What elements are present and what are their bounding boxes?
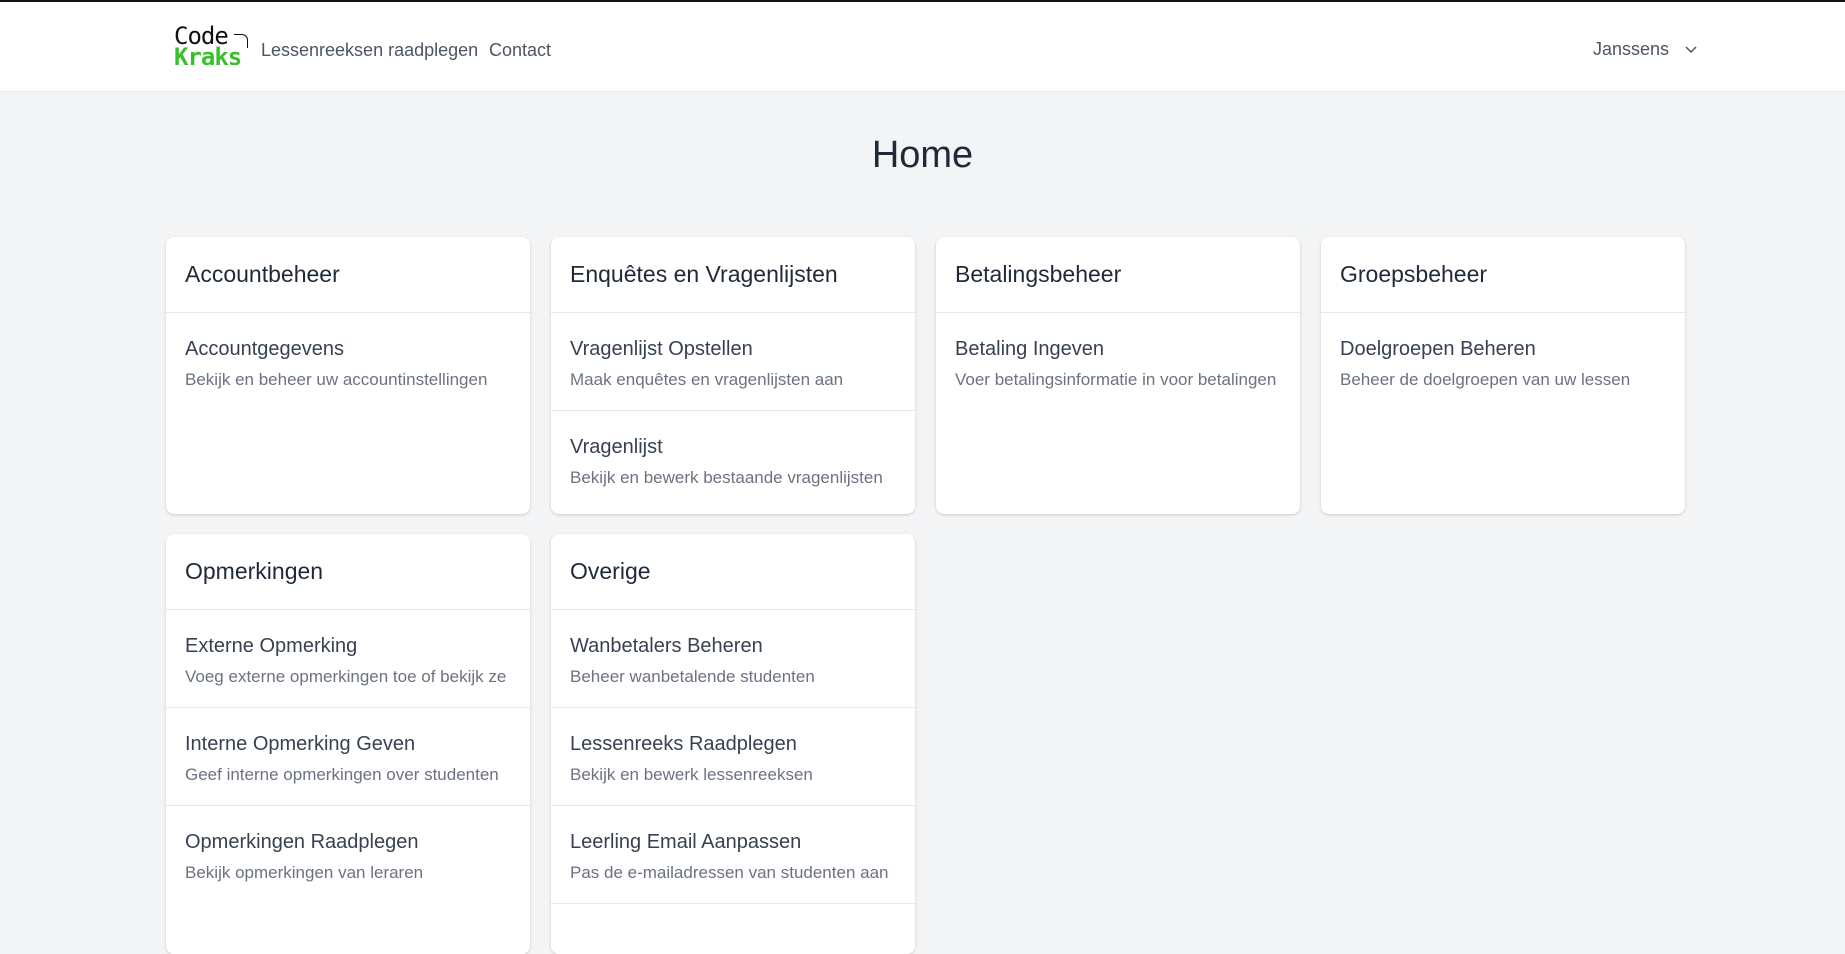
menu-item-title: Doelgroepen Beheren <box>1340 338 1536 360</box>
menu-item-title: Vragenlijst Opstellen <box>570 338 753 360</box>
card-enquetes: Enquêtes en Vragenlijsten Vragenlijst Op… <box>551 237 915 514</box>
codekraks-logo[interactable]: Code Kraks <box>174 24 248 70</box>
card-title: Opmerkingen <box>166 534 530 610</box>
card-opmerkingen: Opmerkingen Externe Opmerking Voeg exter… <box>166 534 530 954</box>
menu-item-leerling-email-aanpassen[interactable]: Leerling Email Aanpassen Pas de e-mailad… <box>551 806 915 904</box>
menu-item-desc: Bekijk opmerkingen van leraren <box>185 863 424 882</box>
nav-link-contact[interactable]: Contact <box>489 40 551 61</box>
card-title: Overige <box>551 534 915 610</box>
menu-item-desc: Bekijk en bewerk lessenreeksen <box>570 765 813 784</box>
menu-item-wanbetalers-beheren[interactable]: Wanbetalers Beheren Beheer wanbetalende … <box>551 610 915 708</box>
menu-item-title: Betaling Ingeven <box>955 338 1105 360</box>
menu-item-accountgegevens[interactable]: Accountgegevens Bekijk en beheer uw acco… <box>166 313 530 410</box>
page-title: Home <box>871 134 974 176</box>
card-overige: Overige Wanbetalers Beheren Beheer wanbe… <box>551 534 915 954</box>
menu-item-desc: Bekijk en beheer uw accountinstellingen <box>185 370 488 389</box>
chevron-down-icon <box>1685 46 1697 54</box>
user-name: Janssens <box>1593 38 1670 59</box>
menu-item-lessenreeks-raadplegen[interactable]: Lessenreeks Raadplegen Bekijk en bewerk … <box>551 708 915 806</box>
menu-item-desc: Voer betalingsinformatie in voor betalin… <box>955 370 1277 389</box>
navbar: Code Kraks Lessenreeksen raadplegen Cont… <box>0 2 1845 92</box>
menu-item-title: Lessenreeks Raadplegen <box>570 733 797 755</box>
card-title: Groepsbeheer <box>1321 237 1685 313</box>
menu-item-title: Externe Opmerking <box>185 635 358 657</box>
menu-item-desc: Voeg externe opmerkingen toe of bekijk z… <box>185 667 507 686</box>
menu-item-desc: Beheer wanbetalende studenten <box>570 667 815 686</box>
menu-item-doelgroepen-beheren[interactable]: Doelgroepen Beheren Beheer de doelgroepe… <box>1321 313 1685 410</box>
menu-item-externe-opmerking[interactable]: Externe Opmerking Voeg externe opmerking… <box>166 610 530 708</box>
menu-item-vragenlijst-opstellen[interactable]: Vragenlijst Opstellen Maak enquêtes en v… <box>551 313 915 411</box>
menu-item-title: Interne Opmerking Geven <box>185 733 416 755</box>
card-title: Enquêtes en Vragenlijsten <box>551 237 915 313</box>
nav-link-lessenreeksen[interactable]: Lessenreeksen raadplegen <box>261 40 478 61</box>
menu-item-desc: Geef interne opmerkingen over studenten <box>185 765 499 784</box>
menu-item-desc: Maak enquêtes en vragenlijsten aan <box>570 370 844 389</box>
menu-item-desc: Beheer de doelgroepen van uw lessen <box>1340 370 1631 389</box>
card-accountbeheer: Accountbeheer Accountgegevens Bekijk en … <box>166 237 530 514</box>
menu-item-title: Vragenlijst <box>570 436 663 458</box>
card-title: Betalingsbeheer <box>936 237 1300 313</box>
card-betalingsbeheer: Betalingsbeheer Betaling Ingeven Voer be… <box>936 237 1300 514</box>
user-menu-button[interactable]: Janssens <box>1580 28 1706 70</box>
menu-item-title: Wanbetalers Beheren <box>570 635 763 657</box>
logo-text-kraks: Kraks <box>174 43 242 71</box>
menu-item-betaling-ingeven[interactable]: Betaling Ingeven Voer betalingsinformati… <box>936 313 1300 410</box>
menu-item-desc: Bekijk en bewerk bestaande vragenlijsten <box>570 468 883 487</box>
menu-item-vragenlijst[interactable]: Vragenlijst Bekijk en bewerk bestaande v… <box>551 411 915 508</box>
menu-item-desc: Pas de e-mailadressen van studenten aan <box>570 863 889 882</box>
menu-item-opmerkingen-raadplegen[interactable]: Opmerkingen Raadplegen Bekijk opmerkinge… <box>166 806 530 903</box>
menu-item-title: Opmerkingen Raadplegen <box>185 831 419 853</box>
menu-item-title: Leerling Email Aanpassen <box>570 831 802 853</box>
menu-item-title: Accountgegevens <box>185 338 345 360</box>
card-title: Accountbeheer <box>166 237 530 313</box>
card-groepsbeheer: Groepsbeheer Doelgroepen Beheren Beheer … <box>1321 237 1685 514</box>
menu-item-interne-opmerking-geven[interactable]: Interne Opmerking Geven Geef interne opm… <box>166 708 530 806</box>
